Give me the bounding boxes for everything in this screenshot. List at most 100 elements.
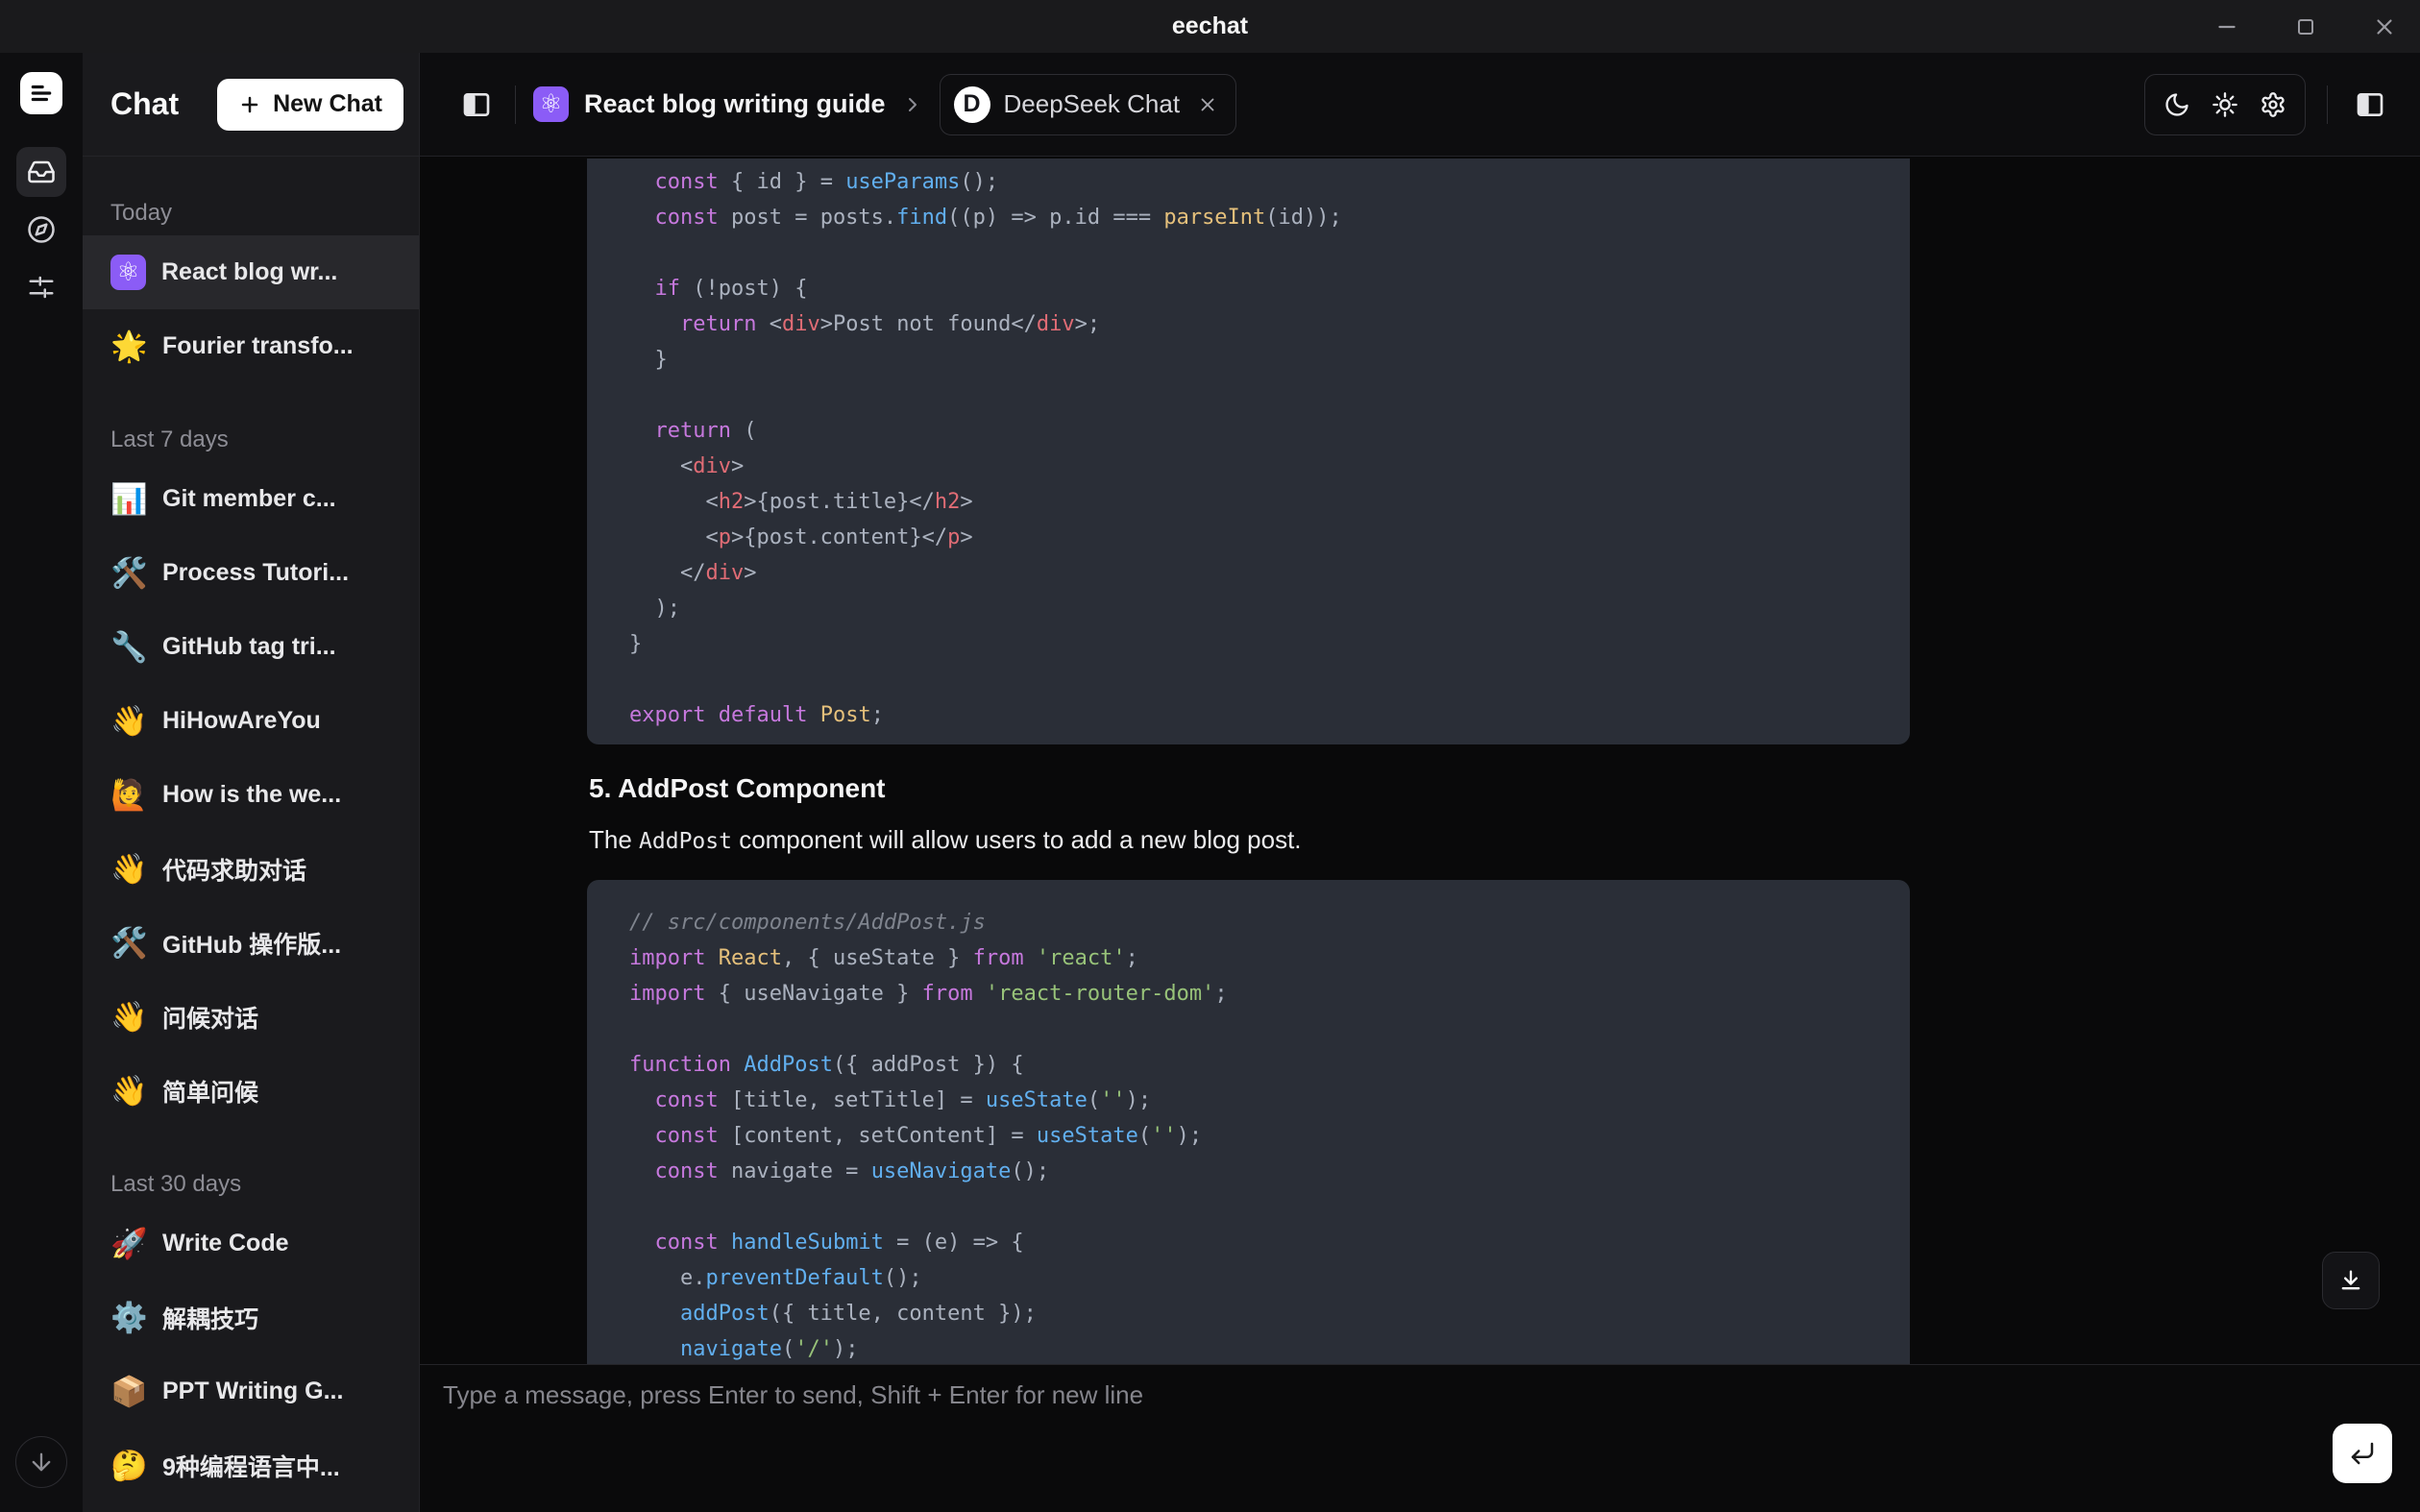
scroll-to-bottom-button[interactable] [2322, 1252, 2380, 1309]
enter-key-icon [2348, 1439, 2377, 1468]
model-tab-close-button[interactable] [1197, 94, 1218, 115]
header-actions [2144, 74, 2391, 135]
chat-history-list: Today⚛React blog wr...🌟Fourier transfo..… [83, 157, 419, 1512]
light-theme-button[interactable] [2201, 81, 2249, 129]
code-line: function AddPost({ addPost }) { [629, 1047, 1868, 1083]
chat-emoji-icon: 🔧 [110, 632, 147, 662]
app-logo[interactable] [20, 72, 62, 114]
chat-item-label: Write Code [162, 1230, 289, 1257]
code-line: </div> [629, 555, 1868, 591]
model-name: DeepSeek Chat [1004, 89, 1181, 119]
code-line: addPost({ title, content }); [629, 1296, 1868, 1331]
chat-list-item[interactable]: 🛠️Process Tutori... [83, 536, 419, 610]
chat-emoji-icon: 📦 [110, 1377, 147, 1406]
sidebar-nav-discover[interactable] [16, 205, 66, 255]
chat-emoji-icon: 🙋 [110, 780, 147, 810]
gear-icon [2260, 91, 2286, 118]
header-divider [2327, 85, 2328, 124]
rail-scroll-down-button[interactable] [15, 1436, 67, 1488]
main-header: ⚛ React blog writing guide D DeepSeek Ch… [420, 53, 2420, 157]
settings-button[interactable] [2249, 81, 2297, 129]
chat-list-item[interactable]: ⚙️ 解耦技巧 [83, 1280, 419, 1354]
chat-list-item[interactable]: 👋简单问候 [83, 1054, 419, 1128]
chat-list-item[interactable]: 🙋How is the we... [83, 758, 419, 832]
chat-list-item[interactable]: 🔧 GitHub tag tri... [83, 610, 419, 684]
code-block-addpost-component: // src/components/AddPost.jsimport React… [587, 880, 1910, 1364]
code-block-post-component: const { id } = useParams(); const post =… [587, 159, 1910, 744]
code-line: const navigate = useNavigate(); [629, 1154, 1868, 1189]
code-line: const [title, setTitle] = useState(''); [629, 1083, 1868, 1118]
close-button[interactable] [2370, 12, 2399, 41]
code-line [629, 1189, 1868, 1225]
chat-list-item[interactable]: ⚛React blog wr... [83, 235, 419, 309]
paragraph-text: component will allow users to add a new … [732, 825, 1302, 854]
chat-list-item[interactable]: 👋HiHowAreYou [83, 684, 419, 758]
chat-list-item[interactable]: 👋 代码求助对话 [83, 832, 419, 906]
maximize-button[interactable] [2291, 12, 2320, 41]
code-line: <div> [629, 449, 1868, 484]
chat-list-item[interactable]: 🛠️GitHub 操作版... [83, 906, 419, 980]
right-panel-toggle-button[interactable] [2349, 84, 2391, 126]
send-button[interactable] [2333, 1424, 2392, 1483]
chat-list-item[interactable]: 🚀 Write Code [83, 1207, 419, 1280]
chat-emoji-icon: ⚙️ [110, 1303, 147, 1332]
chat-list-item[interactable]: 📦PPT Writing G... [83, 1354, 419, 1428]
dark-theme-button[interactable] [2153, 81, 2201, 129]
sidebar-title: Chat [110, 86, 179, 122]
titlebar: eechat [0, 0, 2420, 53]
plus-icon [238, 93, 261, 116]
chat-emoji-icon: 👋 [110, 706, 147, 736]
paragraph: The AddPost component will allow users t… [589, 825, 1910, 855]
sidebar-header: Chat New Chat [83, 53, 419, 157]
chat-item-label: 代码求助对话 [162, 852, 306, 887]
message-input[interactable] [443, 1380, 2305, 1497]
header-divider [515, 85, 516, 124]
chat-item-label: React blog wr... [161, 258, 337, 286]
sidebar-nav-chats[interactable] [16, 147, 66, 197]
chat-emoji-icon: 🌟 [110, 331, 147, 361]
window-title: eechat [1172, 12, 1248, 40]
chat-item-label: GitHub tag tri... [162, 633, 336, 661]
chat-list-item[interactable]: 🌟Fourier transfo... [83, 309, 419, 383]
assistant-message: const { id } = useParams(); const post =… [587, 159, 1910, 1364]
main-area: ⚛ React blog writing guide D DeepSeek Ch… [420, 53, 2420, 1512]
chat-list-item[interactable]: 📊Git member c... [83, 462, 419, 536]
moon-icon [2163, 91, 2190, 118]
chat-emoji-icon: 🚀 [110, 1229, 147, 1258]
chat-emoji-icon: 📊 [110, 484, 147, 514]
paragraph-text: The [589, 825, 639, 854]
code-line: import React, { useState } from 'react'; [629, 940, 1868, 976]
icon-rail [0, 53, 83, 1512]
chat-item-label: 问候对话 [162, 1000, 258, 1035]
panel-right-icon [2355, 89, 2385, 120]
arrow-down-to-line-icon [2337, 1267, 2364, 1294]
code-line: if (!post) { [629, 271, 1868, 306]
chat-emoji-icon: 👋 [110, 854, 147, 884]
inline-code: AddPost [639, 829, 732, 854]
code-line: const post = posts.find((p) => p.id === … [629, 200, 1868, 235]
sidebar-nav-settings[interactable] [16, 262, 66, 312]
panel-left-icon [461, 89, 492, 120]
chat-item-label: 解耦技巧 [162, 1301, 258, 1335]
section-label: Last 30 days [83, 1162, 419, 1207]
code-line: export default Post; [629, 697, 1868, 733]
code-line: e.preventDefault(); [629, 1260, 1868, 1296]
chevron-right-icon [901, 93, 924, 116]
chat-list-item[interactable]: 👋问候对话 [83, 980, 419, 1054]
new-chat-button[interactable]: New Chat [217, 79, 403, 131]
sidebar-toggle-button[interactable] [455, 84, 498, 126]
code-line: <h2>{post.title}</h2> [629, 484, 1868, 520]
chat-item-label: Process Tutori... [162, 559, 349, 587]
chat-emoji-icon: 🛠️ [110, 928, 147, 958]
model-tab[interactable]: D DeepSeek Chat [940, 74, 1237, 135]
code-line [629, 662, 1868, 697]
chat-item-label: 9种编程语言中... [162, 1449, 340, 1483]
chat-list-item[interactable]: 🤔9种编程语言中... [83, 1428, 419, 1502]
window-controls [2212, 0, 2399, 53]
code-line: } [629, 342, 1868, 378]
chat-scroll-area[interactable]: const { id } = useParams(); const post =… [420, 157, 2420, 1364]
code-line: const { id } = useParams(); [629, 164, 1868, 200]
minimize-button[interactable] [2212, 12, 2241, 41]
code-line: return <div>Post not found</div>; [629, 306, 1868, 342]
code-line: } [629, 626, 1868, 662]
